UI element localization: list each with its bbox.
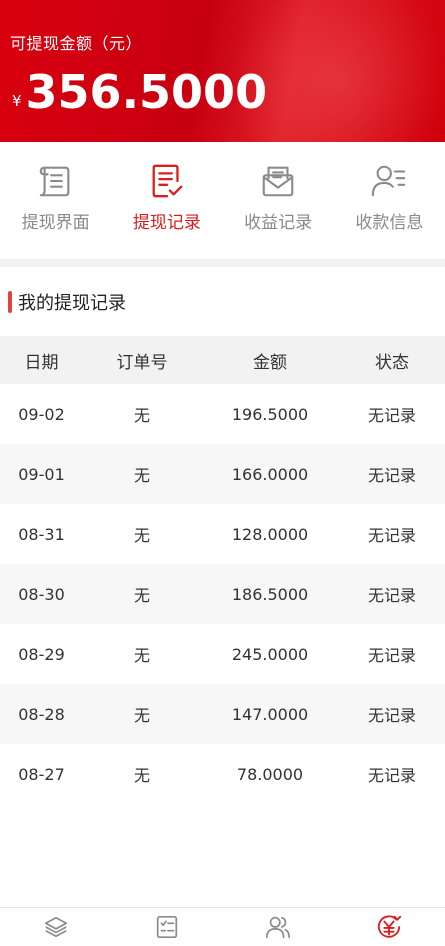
table-row: 08-30 无 186.5000 无记录 [0,564,445,624]
cell-amount: 196.5000 [231,404,309,424]
cell-amount: 128.0000 [231,524,309,544]
table-row: 08-31 无 128.0000 无记录 [0,504,445,564]
nav-team[interactable] [223,908,334,946]
cell-date: 08-27 [18,764,65,784]
cell-order-no: 无 [133,586,150,605]
cell-order-no: 无 [133,706,150,725]
cell-status: 无记录 [367,706,416,725]
section-accent-bar [8,291,12,313]
layers-icon [44,916,67,938]
cell-status: 无记录 [367,466,416,485]
nav-home[interactable] [0,908,111,946]
tab-withdraw[interactable]: 提现界面 [0,142,111,259]
section-header: 我的提现记录 [8,290,126,314]
table-row: 08-27 无 78.0000 无记录 [0,744,445,804]
table-header-row: 日期 订单号 金额 状态 [0,336,445,384]
balance-amount: ¥ 356.5000 [12,64,267,120]
checklist-icon [156,915,177,939]
withdraw-records-table: 日期 订单号 金额 状态 09-02 无 196.5000 无记录 09-01 … [0,336,445,804]
yen-circle-icon [378,915,402,938]
tab-withdraw-records-label: 提现记录 [132,213,201,233]
tab-earnings-records-label: 收益记录 [244,213,313,233]
cell-status: 无记录 [367,586,416,605]
tab-earnings-records[interactable]: 收益记录 [223,142,334,259]
header-date: 日期 [24,352,59,373]
nav-tasks[interactable] [111,908,222,946]
cell-amount: 245.0000 [231,644,309,664]
table-row: 09-01 无 166.0000 无记录 [0,444,445,504]
cell-status: 无记录 [367,646,416,665]
envelope-icon [262,166,294,197]
cell-date: 08-30 [18,584,65,604]
currency-symbol: ¥ [12,92,22,110]
tab-withdraw-records[interactable]: 提现记录 [111,142,222,259]
cell-amount: 78.0000 [236,764,304,784]
bottom-nav [0,907,445,946]
cell-status: 无记录 [367,766,416,785]
cell-amount: 147.0000 [231,704,309,724]
user-list-icon [372,165,406,197]
table-row: 08-28 无 147.0000 无记录 [0,684,445,744]
cell-amount: 186.5000 [231,584,309,604]
table-row: 08-29 无 245.0000 无记录 [0,624,445,684]
section-divider [0,259,445,267]
header-status: 状态 [375,352,409,373]
cell-amount: 166.0000 [231,464,309,484]
section-title: 我的提现记录 [18,293,126,314]
table-row: 09-02 无 196.5000 无记录 [0,384,445,444]
cell-order-no: 无 [133,766,150,785]
cell-order-no: 无 [133,466,150,485]
document-check-icon [152,164,183,198]
cell-date: 08-28 [18,704,65,724]
tab-payment-info[interactable]: 收款信息 [334,142,445,259]
cell-date: 09-01 [18,464,65,484]
cell-date: 09-02 [18,404,65,424]
header-order-no: 订单号 [116,352,168,373]
cell-status: 无记录 [367,526,416,545]
cell-order-no: 无 [133,646,150,665]
cell-date: 08-29 [18,644,65,664]
balance-title: 可提现金额（元） [10,34,143,53]
tab-bar: 提现界面 提现记录 收益记录 收款信息 [0,142,445,259]
cell-order-no: 无 [133,406,150,425]
nav-wallet[interactable] [334,908,445,946]
header-amount: 金额 [253,352,287,373]
users-icon [266,916,291,939]
tab-payment-info-label: 收款信息 [355,213,424,233]
balance-value: 356.5000 [25,65,268,119]
balance-header: 可提现金额（元） ¥ 356.5000 [0,0,445,142]
scroll-icon [39,166,70,197]
cell-date: 08-31 [18,524,65,544]
tab-withdraw-label: 提现界面 [21,213,90,233]
cell-status: 无记录 [367,406,416,425]
cell-order-no: 无 [133,526,150,545]
